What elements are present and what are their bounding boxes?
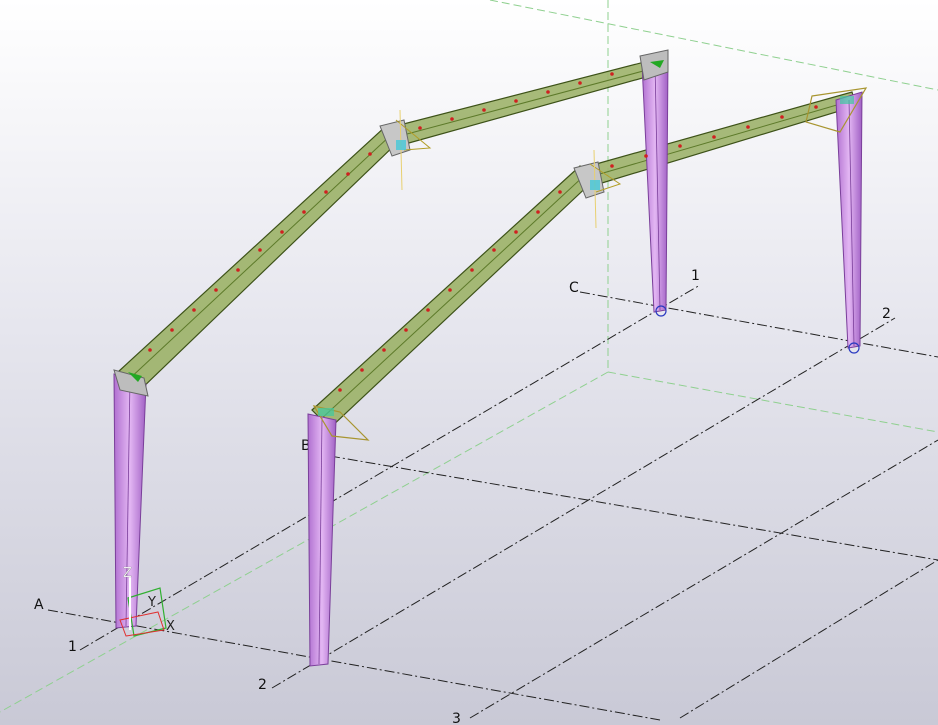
axis-label-y: Y — [147, 595, 156, 610]
axis-label-z: Z — [123, 566, 132, 581]
rafter-back-right[interactable] — [117, 125, 401, 393]
axis-label-x: X — [166, 619, 175, 634]
column-c1[interactable] — [641, 57, 669, 317]
grid-label-3-front: 3 — [452, 711, 461, 725]
column-b2[interactable] — [307, 413, 337, 667]
grid-label-2-back: 2 — [882, 306, 891, 322]
rafter-front-left[interactable] — [311, 165, 595, 429]
gridline-c — [579, 291, 938, 358]
grid-label-a: A — [34, 597, 44, 613]
grid-label-2-front: 2 — [258, 677, 267, 693]
gridline-a — [47, 609, 661, 721]
grid-label-1-front: 1 — [68, 639, 77, 655]
rafter-back-left[interactable] — [387, 57, 665, 147]
3d-model-view[interactable]: A B C 1 2 3 1 2 Z Y X — [0, 0, 938, 725]
gridline-3 — [469, 439, 938, 719]
model-viewport[interactable]: A B C 1 2 3 1 2 Z Y X — [0, 0, 938, 725]
grid-label-1-back: 1 — [691, 268, 700, 284]
gridline-b — [329, 455, 938, 561]
gridline-4 — [679, 559, 938, 719]
grid-label-c: C — [569, 280, 579, 296]
